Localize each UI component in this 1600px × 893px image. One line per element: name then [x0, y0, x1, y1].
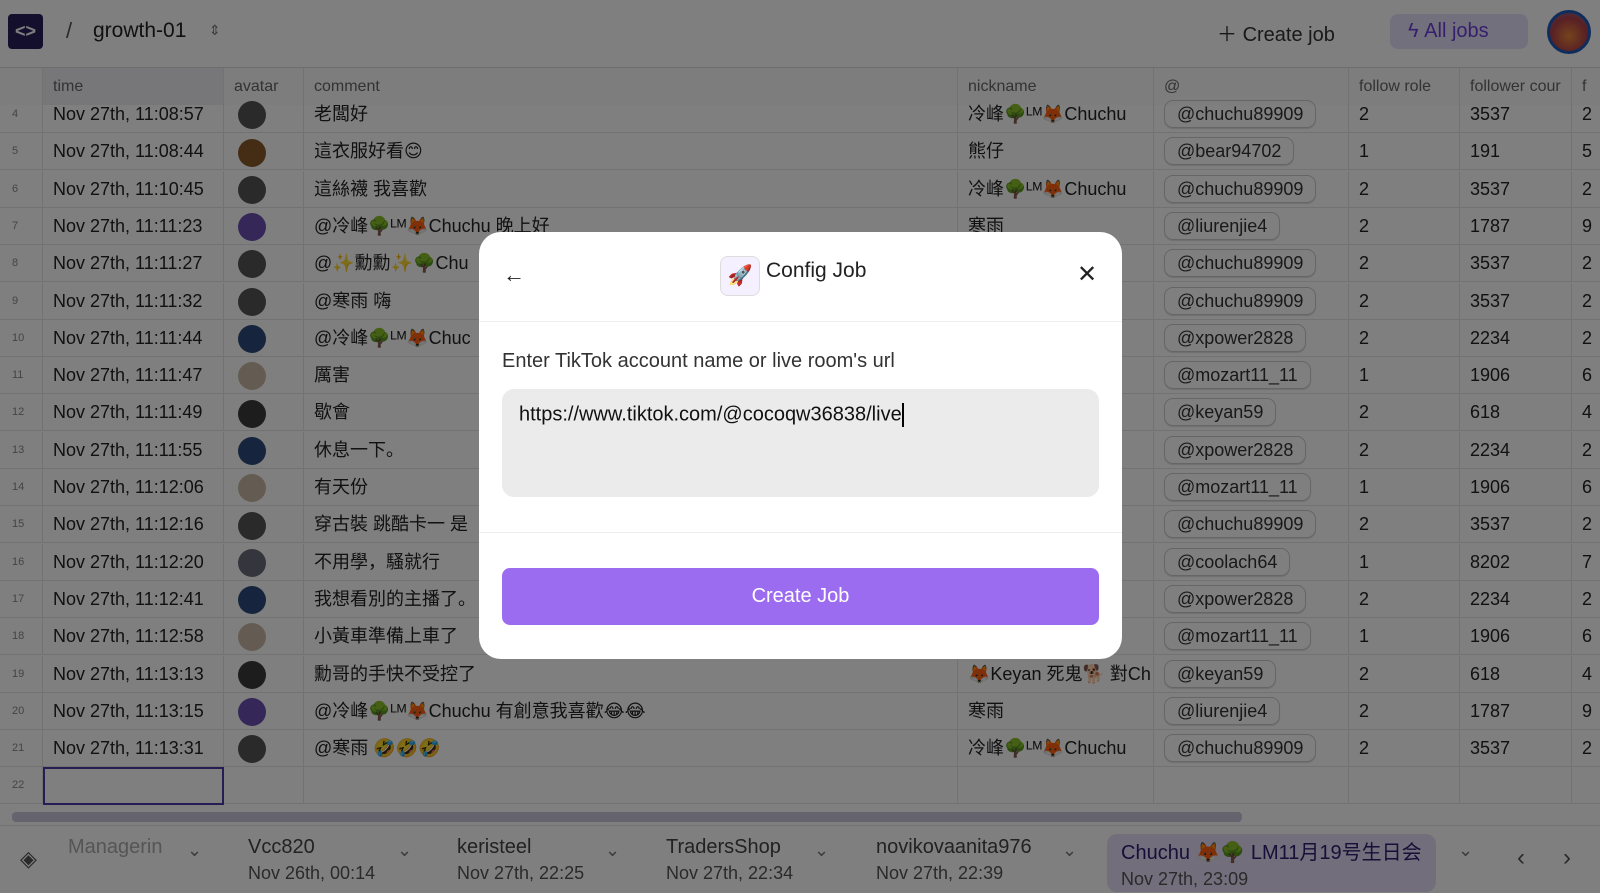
text-caret: [901, 403, 904, 427]
rocket-icon: 🚀: [720, 256, 760, 296]
close-icon[interactable]: ✕: [1077, 260, 1097, 289]
url-input-value: https://www.tiktok.com/@cocoqw36838/live: [519, 403, 902, 426]
config-job-dialog: ← 🚀 Config Job ✕ Enter TikTok account na…: [479, 232, 1122, 659]
url-label: Enter TikTok account name or live room's…: [502, 350, 895, 372]
url-input[interactable]: https://www.tiktok.com/@cocoqw36838/live: [502, 389, 1099, 497]
back-arrow-icon[interactable]: ←: [503, 262, 525, 288]
dialog-header: ← 🚀 Config Job ✕: [479, 232, 1122, 322]
dialog-title: Config Job: [766, 259, 867, 282]
create-job-submit-button[interactable]: Create Job: [502, 568, 1099, 625]
divider: [479, 532, 1122, 533]
